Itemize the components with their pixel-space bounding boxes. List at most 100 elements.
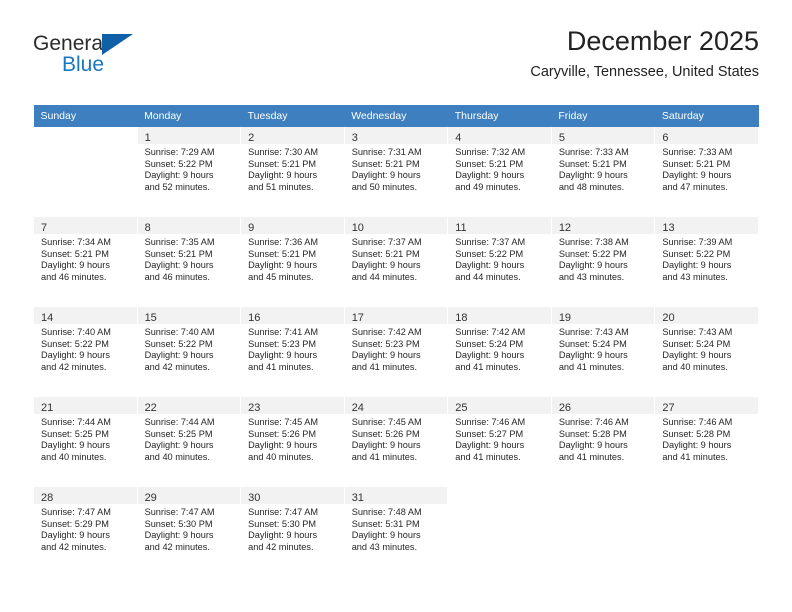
sunrise-text: Sunrise: 7:33 AM [662,147,733,157]
day-number: 31 [351,492,364,504]
calendar-day-cell[interactable]: 16 Sunrise: 7:41 AM Sunset: 5:23 PM Dayligh… [240,307,345,387]
sunset-text: Sunset: 5:21 PM [558,158,627,169]
daylight-text-line1: Daylight: 9 hours [248,170,318,181]
sunset-text: Sunset: 5:26 PM [248,428,317,439]
daylight-text-line2: and 47 minutes. [662,181,728,192]
sunset-text: Sunset: 5:21 PM [41,248,109,259]
daylight-text-line1: Daylight: 9 hours [41,530,110,541]
daylight-text-line1: Daylight: 9 hours [248,530,318,541]
calendar-day-empty [655,487,758,566]
day-number: 20 [662,312,675,324]
calendar-week-row: 14 Sunrise: 7:40 AM Sunset: 5:22 PM Dayligh… [33,307,759,387]
calendar-day-cell[interactable]: 1 Sunrise: 7:29 AM Sunset: 5:22 PM Daylight… [136,127,242,207]
day-number: 5 [558,132,565,144]
calendar-day-cell[interactable]: 29 Sunrise: 7:47 AM Sunset: 5:30 PM Dayligh… [136,487,242,567]
calendar-day-cell[interactable]: 30 Sunrise: 7:47 AM Sunset: 5:30 PM Dayligh… [240,487,345,567]
sunrise-text: Sunrise: 7:44 AM [41,417,111,427]
calendar-day-cell[interactable]: 14 Sunrise: 7:40 AM Sunset: 5:22 PM Dayligh… [33,307,138,387]
calendar-day-cell[interactable]: 8 Sunrise: 7:35 AM Sunset: 5:21 PM Daylight… [136,217,242,297]
calendar-day-cell[interactable]: 9 Sunrise: 7:36 AM Sunset: 5:21 PM Daylight… [240,217,345,297]
calendar-day-cell[interactable]: 10 Sunrise: 7:37 AM Sunset: 5:21 PM Dayligh… [343,217,449,297]
sunrise-text: Sunrise: 7:29 AM [144,147,215,157]
calendar-table: Sunday Monday Tuesday Wednesday Thursday… [33,105,759,567]
calendar-day-cell[interactable]: 11 Sunrise: 7:37 AM Sunset: 5:22 PM Dayligh… [447,217,552,297]
day-number: 7 [41,222,48,234]
daylight-text-line2: and 44 minutes. [455,271,521,282]
sunset-text: Sunset: 5:21 PM [351,158,420,169]
day-number: 19 [558,312,572,324]
sunset-text: Sunset: 5:28 PM [662,428,731,439]
day-details: Sunrise: 7:41 AM Sunset: 5:23 PM Daylight:… [241,324,344,373]
daylight-text-line1: Daylight: 9 hours [248,260,318,271]
sunrise-text: Sunrise: 7:40 AM [41,327,111,337]
calendar-week-row: 28 Sunrise: 7:47 AM Sunset: 5:29 PM Dayligh… [33,487,759,567]
day-number: 25 [455,402,468,414]
sunset-text: Sunset: 5:21 PM [144,248,213,259]
title-block: December 2025 Caryville, Tennessee, Unit… [530,24,759,83]
calendar-day: 6 Sunrise: 7:33 AM Sunset: 5:21 PM Daylight… [655,127,758,206]
calendar-day-cell[interactable]: 3 Sunrise: 7:31 AM Sunset: 5:21 PM Daylight… [343,127,449,207]
calendar-day-cell[interactable]: 12 Sunrise: 7:38 AM Sunset: 5:22 PM Dayligh… [550,217,656,297]
daylight-text-line1: Daylight: 9 hours [455,350,525,361]
sunrise-text: Sunrise: 7:44 AM [144,417,215,427]
calendar-day-cell[interactable]: 27 Sunrise: 7:46 AM Sunset: 5:28 PM Dayligh… [654,397,759,477]
calendar-day-cell[interactable]: 21 Sunrise: 7:44 AM Sunset: 5:25 PM Dayligh… [33,397,138,477]
day-number: 9 [248,222,255,234]
daylight-text-line2: and 41 minutes. [558,451,625,462]
day-details: Sunrise: 7:46 AM Sunset: 5:27 PM Daylight:… [448,414,551,463]
daylight-text-line1: Daylight: 9 hours [144,440,214,451]
sunrise-text: Sunrise: 7:40 AM [144,327,215,337]
separator-cell [33,206,759,217]
calendar-day-cell[interactable] [654,487,759,567]
calendar-day-cell[interactable]: 13 Sunrise: 7:39 AM Sunset: 5:22 PM Dayligh… [654,217,759,297]
sunrise-text: Sunrise: 7:31 AM [351,147,422,157]
separator-cell [33,476,759,487]
day-number-bar [552,487,655,504]
calendar-day-cell[interactable] [33,127,138,207]
day-number-bar: 11 [448,217,551,234]
logo-triangle-icon [102,34,133,55]
calendar-day-cell[interactable]: 22 Sunrise: 7:44 AM Sunset: 5:25 PM Dayligh… [136,397,242,477]
day-number-bar: 15 [137,307,241,324]
day-details: Sunrise: 7:38 AM Sunset: 5:22 PM Daylight:… [552,234,655,283]
calendar-row-separator [33,476,759,487]
calendar-day-cell[interactable]: 25 Sunrise: 7:46 AM Sunset: 5:27 PM Dayligh… [447,397,552,477]
day-number: 14 [41,312,54,324]
day-details: Sunrise: 7:43 AM Sunset: 5:24 PM Daylight:… [655,324,758,373]
calendar-day-cell[interactable]: 15 Sunrise: 7:40 AM Sunset: 5:22 PM Dayligh… [136,307,242,387]
day-details: Sunrise: 7:47 AM Sunset: 5:29 PM Daylight:… [34,504,137,553]
weekday-header-thursday: Thursday [447,105,552,127]
calendar-day-cell[interactable]: 7 Sunrise: 7:34 AM Sunset: 5:21 PM Daylight… [33,217,138,297]
sunrise-text: Sunrise: 7:36 AM [248,237,319,247]
calendar-day-cell[interactable]: 28 Sunrise: 7:47 AM Sunset: 5:29 PM Dayligh… [33,487,138,567]
daylight-text-line1: Daylight: 9 hours [351,260,421,271]
calendar-day-cell[interactable]: 17 Sunrise: 7:42 AM Sunset: 5:23 PM Dayligh… [343,307,449,387]
calendar-day-cell[interactable] [447,487,552,567]
calendar-day-cell[interactable]: 23 Sunrise: 7:45 AM Sunset: 5:26 PM Dayligh… [240,397,345,477]
calendar-day-cell[interactable]: 26 Sunrise: 7:46 AM Sunset: 5:28 PM Dayligh… [550,397,656,477]
day-number-bar: 24 [344,397,448,414]
calendar-day-cell[interactable]: 24 Sunrise: 7:45 AM Sunset: 5:26 PM Dayligh… [343,397,449,477]
calendar-day-cell[interactable]: 31 Sunrise: 7:48 AM Sunset: 5:31 PM Dayligh… [343,487,449,567]
calendar-day-cell[interactable]: 2 Sunrise: 7:30 AM Sunset: 5:21 PM Daylight… [240,127,345,207]
day-number-bar: 10 [344,217,448,234]
calendar-day: 12 Sunrise: 7:38 AM Sunset: 5:22 PM Dayligh… [551,217,655,296]
day-number-bar: 1 [137,127,241,144]
day-number: 27 [662,402,675,414]
calendar-day-cell[interactable] [550,487,656,567]
daylight-text-line2: and 40 minutes. [248,451,314,462]
calendar-day-cell[interactable]: 6 Sunrise: 7:33 AM Sunset: 5:21 PM Daylight… [654,127,759,207]
sunrise-text: Sunrise: 7:45 AM [248,417,319,427]
calendar-day-cell[interactable]: 20 Sunrise: 7:43 AM Sunset: 5:24 PM Dayligh… [654,307,759,387]
day-number-bar: 8 [137,217,241,234]
calendar-day-cell[interactable]: 19 Sunrise: 7:43 AM Sunset: 5:24 PM Dayligh… [550,307,656,387]
day-number: 12 [558,222,572,234]
calendar-week-row: 7 Sunrise: 7:34 AM Sunset: 5:21 PM Daylight… [33,217,759,297]
day-number-bar: 12 [551,217,655,234]
calendar-day-cell[interactable]: 18 Sunrise: 7:42 AM Sunset: 5:24 PM Dayligh… [447,307,552,387]
calendar-day-cell[interactable]: 4 Sunrise: 7:32 AM Sunset: 5:21 PM Daylight… [447,127,552,207]
day-number-bar: 19 [551,307,655,324]
calendar-day-cell[interactable]: 5 Sunrise: 7:33 AM Sunset: 5:21 PM Daylight… [550,127,656,207]
day-number-bar: 4 [448,127,551,144]
day-number-bar: 16 [241,307,344,324]
